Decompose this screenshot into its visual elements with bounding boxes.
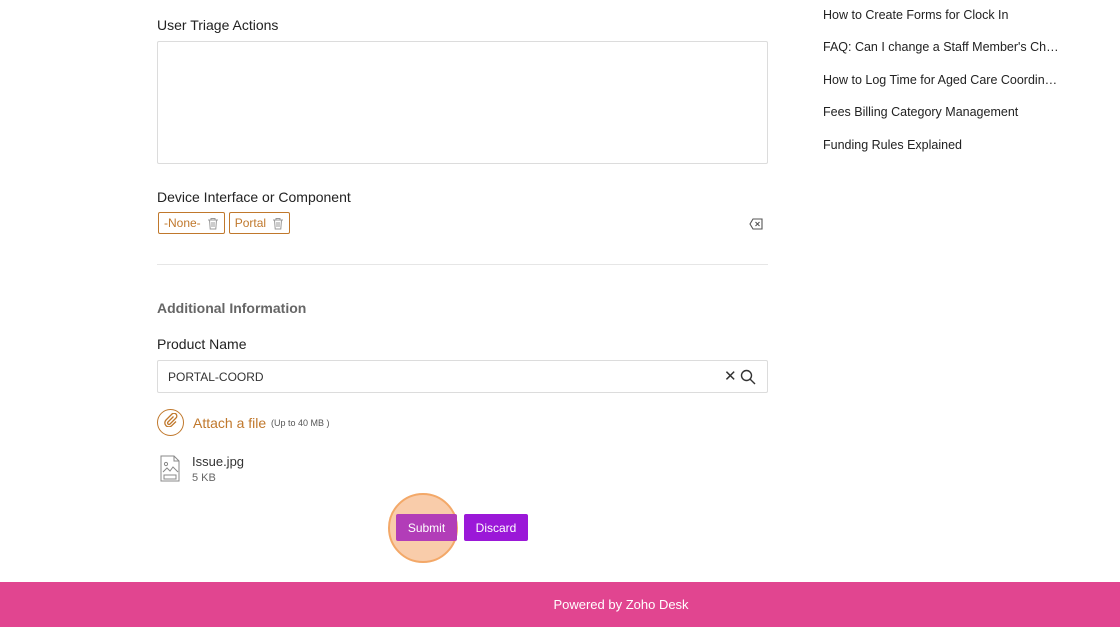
attach-button[interactable] [157, 409, 184, 436]
device-tags: -None- Portal [158, 212, 291, 234]
device-interface-label: Device Interface or Component [157, 189, 351, 205]
search-icon[interactable] [740, 369, 756, 385]
tag-label: -None- [164, 216, 201, 230]
footer: Powered by Zoho Desk [0, 582, 1120, 627]
additional-info-heading: Additional Information [157, 300, 307, 316]
trash-icon[interactable] [272, 217, 284, 230]
image-file-icon [160, 455, 180, 482]
article-link[interactable]: How to Create Forms for Clock In [823, 8, 1059, 22]
trash-icon[interactable] [207, 217, 219, 230]
attachment-size: 5 KB [192, 472, 216, 484]
section-divider [157, 264, 768, 265]
attach-file-link[interactable]: Attach a file [193, 415, 266, 431]
triage-actions-label: User Triage Actions [157, 17, 279, 33]
product-name-value: PORTAL-COORD [168, 370, 264, 384]
product-name-label: Product Name [157, 336, 247, 352]
product-name-field[interactable]: PORTAL-COORD ✕ [157, 360, 768, 393]
powered-by-text[interactable]: Powered by Zoho Desk [553, 597, 688, 612]
article-link[interactable]: How to Log Time for Aged Care Coordinati… [823, 73, 1059, 87]
attach-size-limit: (Up to 40 MB ) [271, 418, 330, 428]
submit-button[interactable]: Submit [396, 514, 457, 541]
device-tag-portal: Portal [228, 212, 291, 234]
article-link[interactable]: Funding Rules Explained [823, 138, 1059, 152]
tag-label: Portal [234, 216, 267, 230]
article-link[interactable]: Fees Billing Category Management [823, 105, 1059, 119]
article-link[interactable]: FAQ: Can I change a Staff Member's Check… [823, 40, 1059, 54]
triage-actions-textarea[interactable] [157, 41, 768, 164]
clear-all-icon[interactable] [749, 217, 763, 230]
clear-icon[interactable]: ✕ [724, 367, 737, 385]
discard-button[interactable]: Discard [464, 514, 528, 541]
device-tag-none: -None- [158, 212, 225, 234]
attachment-name: Issue.jpg [192, 454, 245, 469]
paperclip-icon [163, 412, 178, 432]
